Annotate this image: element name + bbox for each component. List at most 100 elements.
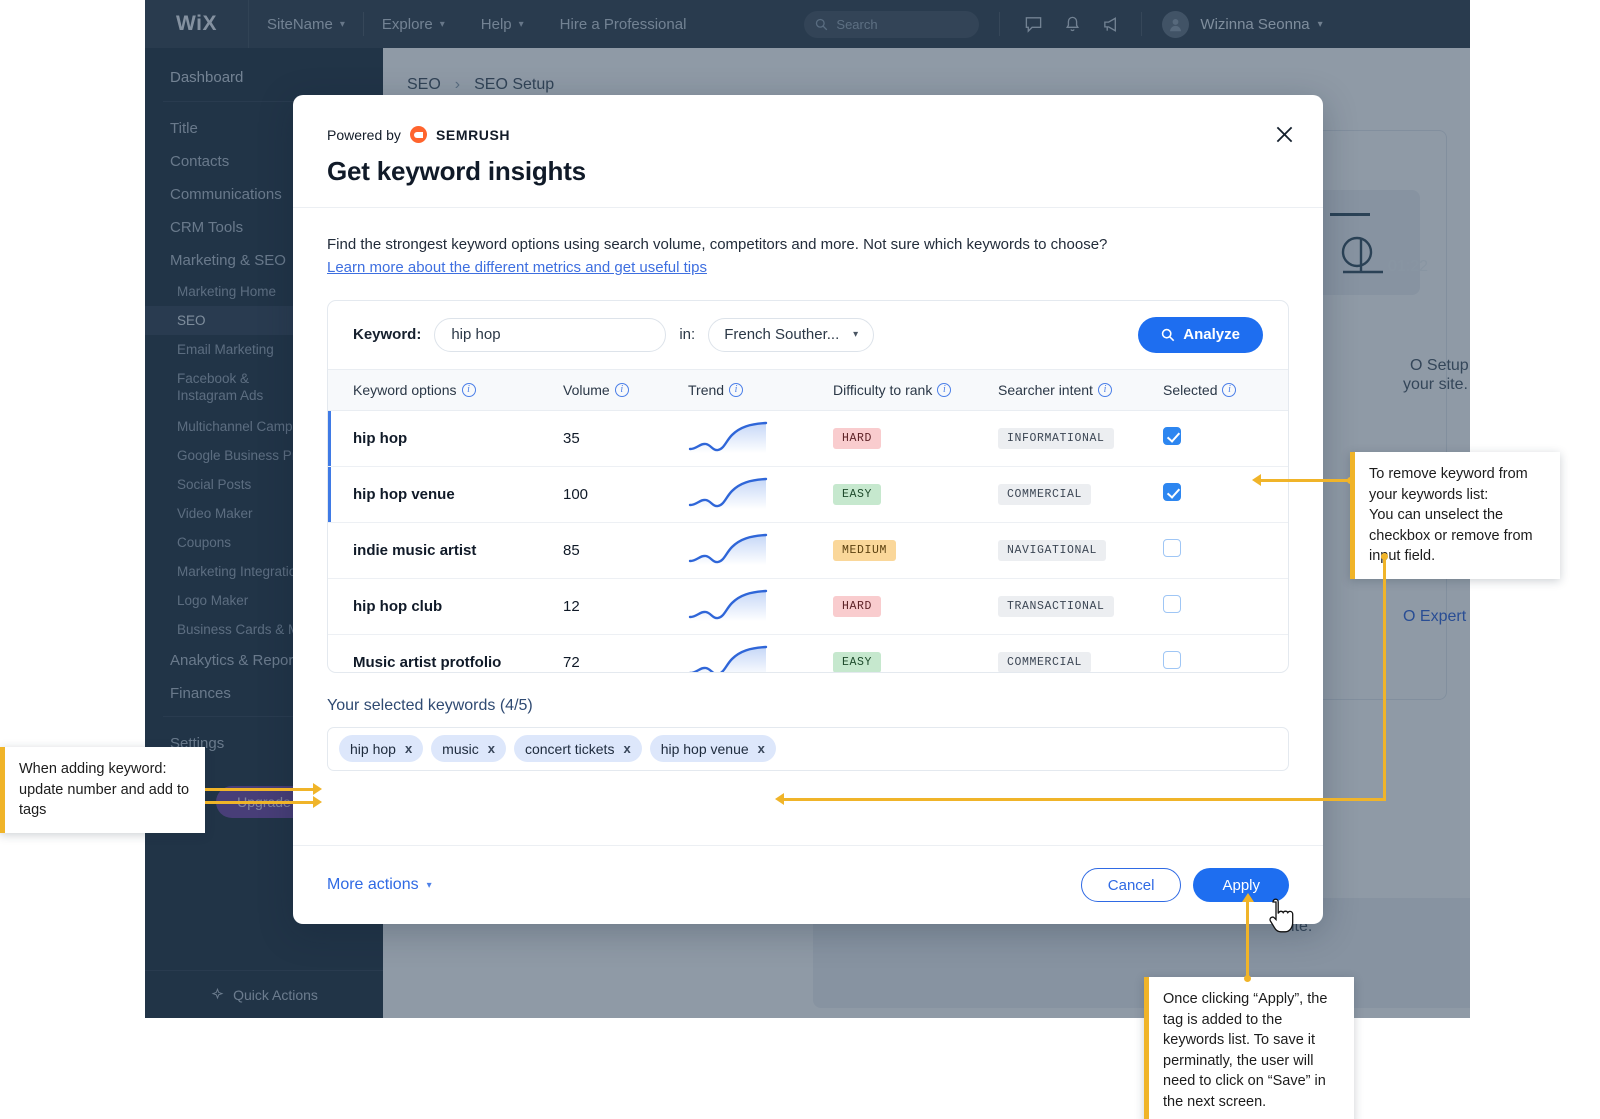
cell-trend xyxy=(688,578,833,634)
keyword-tag[interactable]: hip hop x xyxy=(339,735,423,762)
volume-value: 12 xyxy=(563,598,580,615)
keyword-label: hip hop club xyxy=(353,598,442,615)
cell-selected xyxy=(1163,466,1288,522)
semrush-brand-label: SEMRUSH xyxy=(436,127,510,143)
cell-searcher-intent: COMMERCIAL xyxy=(998,634,1163,672)
avatar[interactable] xyxy=(1162,11,1189,38)
keyword-tag[interactable]: concert ticketsx xyxy=(514,735,642,762)
column-searcher-intent[interactable]: Searcher intenti xyxy=(998,369,1163,410)
analyze-button[interactable]: Analyze xyxy=(1138,317,1263,353)
seo-expert-link-fragment[interactable]: O Expert xyxy=(1403,608,1466,626)
region-select-value: French Souther... xyxy=(724,326,839,343)
table-row[interactable]: indie music artist85MEDIUMNAVIGATIONAL xyxy=(328,522,1288,578)
keyword-tag[interactable]: hip hop venuex xyxy=(650,735,776,762)
volume-value: 100 xyxy=(563,486,588,503)
chat-icon[interactable] xyxy=(1024,15,1043,34)
magnifier-illustration-icon xyxy=(1333,230,1393,290)
breadcrumb: SEO › SEO Setup xyxy=(383,48,1470,94)
more-actions-label: More actions xyxy=(327,876,419,894)
sidebar-item-facebook-ads[interactable]: Facebook & Instagram Ads xyxy=(145,364,295,412)
intent-badge: INFORMATIONAL xyxy=(998,428,1114,449)
column-trend[interactable]: Trendi xyxy=(688,369,833,410)
cell-trend xyxy=(688,410,833,466)
learn-more-link[interactable]: Learn more about the different metrics a… xyxy=(327,259,707,276)
more-actions-button[interactable]: More actions ▾ xyxy=(327,876,432,894)
column-selected[interactable]: Selectedi xyxy=(1163,369,1288,410)
keyword-table-scroll[interactable]: Keyword optionsi Volumei Trendi Difficul… xyxy=(328,369,1288,672)
modal-header: Powered by SEMRUSH Get keyword insights xyxy=(293,95,1323,208)
intent-badge: COMMERCIAL xyxy=(998,484,1091,505)
remove-tag-icon[interactable]: x xyxy=(405,741,412,756)
keyword-label: hip hop xyxy=(353,430,407,447)
column-difficulty[interactable]: Difficulty to ranki xyxy=(833,369,998,410)
trend-sparkline-chart xyxy=(688,587,833,625)
chevron-right-icon: › xyxy=(455,76,460,94)
remove-tag-icon[interactable]: x xyxy=(623,741,630,756)
cell-volume: 85 xyxy=(563,522,688,578)
remove-tag-icon[interactable]: x xyxy=(488,741,495,756)
megaphone-icon[interactable] xyxy=(1102,15,1121,34)
selected-keywords-input[interactable]: hip hopxmusicxconcert ticketsxhip hop ve… xyxy=(327,727,1289,771)
row-select-checkbox[interactable] xyxy=(1163,651,1181,669)
table-row[interactable]: hip hop35HARDINFORMATIONAL xyxy=(328,410,1288,466)
keyword-tag[interactable]: musicx xyxy=(431,735,506,762)
breadcrumb-root[interactable]: SEO xyxy=(407,76,441,94)
divider xyxy=(999,12,1000,36)
user-name-label: Wizinna Seonna xyxy=(1200,16,1309,33)
powered-by-row: Powered by SEMRUSH xyxy=(327,126,1289,143)
keyword-tag-label: hip hop xyxy=(350,741,396,757)
nav-help[interactable]: Help ▾ xyxy=(463,0,542,48)
cell-searcher-intent: COMMERCIAL xyxy=(998,466,1163,522)
info-icon[interactable]: i xyxy=(615,383,629,397)
sparkle-icon xyxy=(210,987,225,1002)
difficulty-badge: MEDIUM xyxy=(833,540,896,561)
column-keyword-options[interactable]: Keyword optionsi xyxy=(328,369,563,410)
column-volume[interactable]: Volumei xyxy=(563,369,688,410)
info-icon[interactable]: i xyxy=(937,383,951,397)
breadcrumb-leaf: SEO Setup xyxy=(474,76,554,94)
table-row[interactable]: hip hop venue100EASYCOMMERCIAL xyxy=(328,466,1288,522)
wix-logo[interactable]: WiX xyxy=(145,0,249,48)
table-row[interactable]: hip hop club12HARDTRANSACTIONAL xyxy=(328,578,1288,634)
info-icon[interactable]: i xyxy=(729,383,743,397)
video-duration: 01:22 xyxy=(1388,258,1428,276)
global-search-input[interactable]: Search xyxy=(804,11,979,38)
intent-badge: NAVIGATIONAL xyxy=(998,540,1106,561)
row-select-checkbox[interactable] xyxy=(1163,427,1181,445)
intro-text: Find the strongest keyword options using… xyxy=(327,235,1289,255)
cell-volume: 72 xyxy=(563,634,688,672)
nav-site-name[interactable]: SiteName ▾ xyxy=(249,0,363,48)
close-icon[interactable] xyxy=(1267,117,1301,151)
cell-keyword: Music artist protfolio xyxy=(328,634,563,672)
row-select-checkbox[interactable] xyxy=(1163,483,1181,501)
sidebar-item-dashboard[interactable]: Dashboard xyxy=(145,60,383,95)
chevron-down-icon: ▾ xyxy=(340,19,345,30)
quick-actions-button[interactable]: Quick Actions xyxy=(145,970,383,1018)
keyword-label: Music artist protfolio xyxy=(353,654,501,671)
nav-hire-professional[interactable]: Hire a Professional xyxy=(542,0,705,48)
difficulty-badge: HARD xyxy=(833,596,881,617)
keyword-table-body: hip hop35HARDINFORMATIONALhip hop venue1… xyxy=(328,410,1288,672)
bell-icon[interactable] xyxy=(1063,15,1082,34)
info-icon[interactable]: i xyxy=(1098,383,1112,397)
row-select-checkbox[interactable] xyxy=(1163,539,1181,557)
cell-searcher-intent: INFORMATIONAL xyxy=(998,410,1163,466)
connector-dot xyxy=(1244,975,1251,982)
arrow-head-icon xyxy=(1242,893,1254,902)
row-select-checkbox[interactable] xyxy=(1163,595,1181,613)
info-icon[interactable]: i xyxy=(1222,383,1236,397)
cell-selected xyxy=(1163,410,1288,466)
region-select[interactable]: French Souther... ▾ xyxy=(708,318,874,352)
nav-explore[interactable]: Explore ▾ xyxy=(364,0,463,48)
user-menu[interactable]: Wizinna Seonna ▾ xyxy=(1200,16,1322,33)
info-icon[interactable]: i xyxy=(462,383,476,397)
remove-tag-icon[interactable]: x xyxy=(758,741,765,756)
cell-difficulty: HARD xyxy=(833,410,998,466)
cancel-button[interactable]: Cancel xyxy=(1081,868,1182,902)
keyword-input[interactable] xyxy=(434,318,666,352)
connector-line xyxy=(1260,479,1352,482)
modal-footer: More actions ▾ Cancel Apply xyxy=(293,845,1323,924)
table-row[interactable]: Music artist protfolio72EASYCOMMERCIAL xyxy=(328,634,1288,672)
connector-line xyxy=(1246,900,1249,979)
annotation-left: When adding keyword: update number and a… xyxy=(0,747,205,833)
